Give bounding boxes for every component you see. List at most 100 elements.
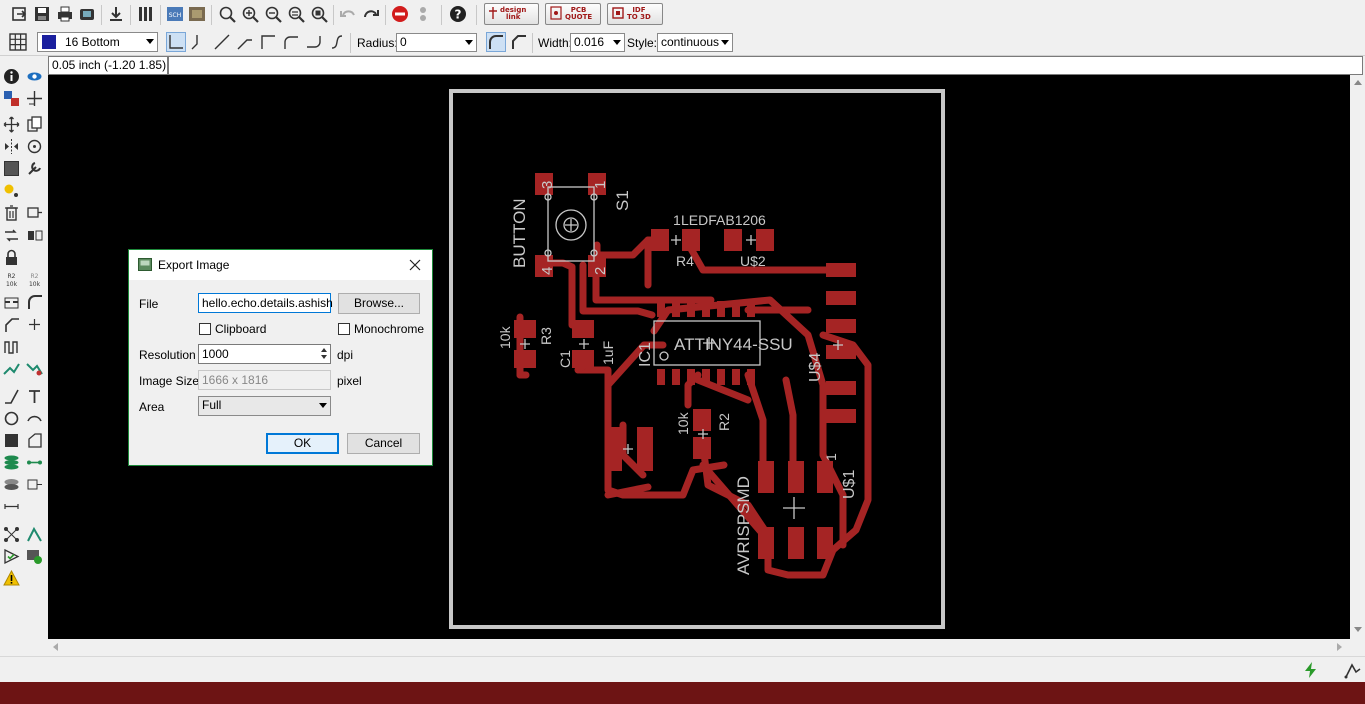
signal-icon[interactable] — [24, 452, 44, 472]
info-icon[interactable] — [1, 66, 21, 86]
wire-icon[interactable] — [1, 386, 21, 406]
change-icon[interactable] — [24, 158, 44, 178]
horizontal-scrollbar[interactable] — [48, 639, 1350, 655]
zoom-out-icon[interactable] — [263, 4, 283, 24]
area-select[interactable]: Full — [198, 396, 331, 416]
radius-select[interactable]: 0 — [396, 33, 477, 52]
straight-miter-icon[interactable] — [509, 32, 529, 52]
monochrome-checkbox[interactable] — [338, 323, 350, 335]
cancel-button[interactable]: Cancel — [347, 433, 420, 454]
auto-icon[interactable] — [24, 524, 44, 544]
dimension-icon[interactable] — [1, 496, 21, 516]
bend-style-7-icon[interactable] — [327, 32, 347, 52]
route-status-icon[interactable] — [1344, 661, 1362, 679]
ratsnest-icon[interactable] — [1, 524, 21, 544]
close-icon[interactable] — [406, 256, 424, 274]
split-icon[interactable] — [1, 291, 21, 311]
lightning-icon[interactable] — [1302, 661, 1320, 679]
ripup-icon[interactable] — [1, 358, 21, 378]
errors-icon[interactable] — [1, 568, 21, 588]
save-icon[interactable] — [32, 4, 52, 24]
command-input[interactable] — [168, 56, 1363, 75]
layer-select[interactable]: 16 Bottom — [37, 32, 158, 52]
zoom-fit-icon[interactable] — [217, 4, 237, 24]
circle-icon[interactable] — [1, 408, 21, 428]
bend-style-1-icon[interactable] — [189, 32, 209, 52]
file-input[interactable]: hello.echo.details.ashish — [198, 293, 333, 313]
via-icon[interactable] — [1, 452, 21, 472]
resolution-spinbox[interactable]: 1000 — [198, 344, 331, 364]
rect-icon[interactable] — [1, 430, 21, 450]
rotate-icon[interactable] — [24, 136, 44, 156]
redo-icon[interactable] — [361, 4, 381, 24]
vertical-scrollbar[interactable] — [1350, 75, 1365, 639]
idf-to-3d-button[interactable]: IDF TO 3D — [607, 3, 663, 25]
mark-icon[interactable] — [24, 88, 44, 108]
paste-icon[interactable] — [1, 180, 21, 200]
cam-icon[interactable] — [77, 4, 97, 24]
meander-icon[interactable] — [1, 336, 21, 356]
zoom-select-icon[interactable] — [309, 4, 329, 24]
script-icon[interactable] — [106, 4, 126, 24]
lock-icon[interactable] — [1, 247, 21, 267]
grid-icon[interactable] — [8, 32, 28, 52]
drc-icon[interactable] — [136, 4, 156, 24]
bend-style-6-icon[interactable] — [304, 32, 324, 52]
route-icon[interactable] — [24, 314, 44, 334]
delete-icon[interactable] — [1, 202, 21, 222]
zoom-redraw-icon[interactable] — [286, 4, 306, 24]
polygon-icon[interactable] — [24, 430, 44, 450]
design-link-button[interactable]: design link — [484, 3, 539, 25]
open-icon[interactable] — [10, 4, 30, 24]
ok-button[interactable]: OK — [266, 433, 339, 454]
smash-icon[interactable]: R2 10k — [24, 269, 44, 289]
help-icon[interactable]: ? — [448, 4, 468, 24]
miter-icon[interactable] — [24, 291, 44, 311]
bend-style-0-icon[interactable] — [166, 32, 186, 52]
show-icon[interactable] — [24, 66, 44, 86]
text-icon[interactable] — [24, 386, 44, 406]
spin-down-icon[interactable] — [321, 355, 327, 359]
style-select[interactable]: continuous — [657, 33, 733, 52]
sch-icon[interactable]: SCH — [165, 4, 185, 24]
group-icon[interactable] — [1, 158, 21, 178]
bend-style-3-icon[interactable] — [235, 32, 255, 52]
zoom-in-icon[interactable] — [240, 4, 260, 24]
label-us1-pin: 1 — [823, 453, 839, 461]
drc-check-icon[interactable] — [24, 546, 44, 566]
bend-style-2-icon[interactable] — [212, 32, 232, 52]
label-r3: R3 — [538, 327, 554, 345]
bend-style-4-icon[interactable] — [258, 32, 278, 52]
pcb-quote-button[interactable]: PCB QUOTE — [545, 3, 601, 25]
dialog-titlebar[interactable]: Export Image — [129, 250, 432, 280]
replace-icon[interactable] — [24, 225, 44, 245]
optimize-icon[interactable] — [1, 314, 21, 334]
scroll-up-icon[interactable] — [1354, 80, 1362, 85]
attribute-icon[interactable] — [24, 474, 44, 494]
pinswap-icon[interactable] — [1, 225, 21, 245]
print-icon[interactable] — [55, 4, 75, 24]
move-icon[interactable] — [1, 114, 21, 134]
erc-icon[interactable] — [1, 546, 21, 566]
value-r2-icon[interactable]: R2 10k — [1, 269, 21, 289]
hole-icon[interactable] — [1, 474, 21, 494]
clipboard-checkbox[interactable] — [199, 323, 211, 335]
add-icon[interactable] — [24, 202, 44, 222]
bend-style-5-icon[interactable] — [281, 32, 301, 52]
display-icon[interactable] — [1, 88, 21, 108]
browse-button[interactable]: Browse... — [338, 293, 420, 314]
scroll-down-icon[interactable] — [1354, 627, 1362, 632]
go-icon[interactable] — [413, 4, 433, 24]
spin-up-icon[interactable] — [321, 348, 327, 352]
mirror-icon[interactable] — [1, 136, 21, 156]
scroll-left-icon[interactable] — [53, 643, 58, 651]
copy-icon[interactable] — [24, 114, 44, 134]
board-icon[interactable] — [187, 4, 207, 24]
stop-icon[interactable] — [390, 4, 410, 24]
undo-icon[interactable] — [338, 4, 358, 24]
round-miter-icon[interactable] — [486, 32, 506, 52]
arc-icon[interactable] — [24, 408, 44, 428]
autoroute-icon[interactable] — [24, 358, 44, 378]
scroll-right-icon[interactable] — [1337, 643, 1342, 651]
width-select[interactable]: 0.016 — [570, 33, 625, 52]
